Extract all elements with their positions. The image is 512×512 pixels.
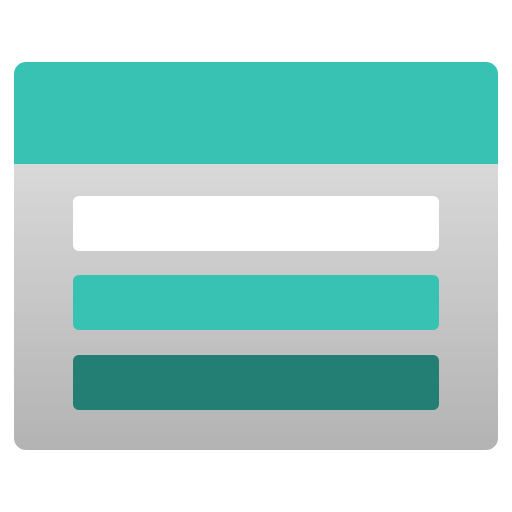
window-titlebar bbox=[14, 62, 498, 164]
app-window-icon bbox=[0, 0, 512, 512]
content-row-dark-teal bbox=[73, 355, 439, 410]
window-frame bbox=[14, 62, 498, 450]
content-row-teal bbox=[73, 275, 439, 330]
content-row-white bbox=[73, 196, 439, 251]
